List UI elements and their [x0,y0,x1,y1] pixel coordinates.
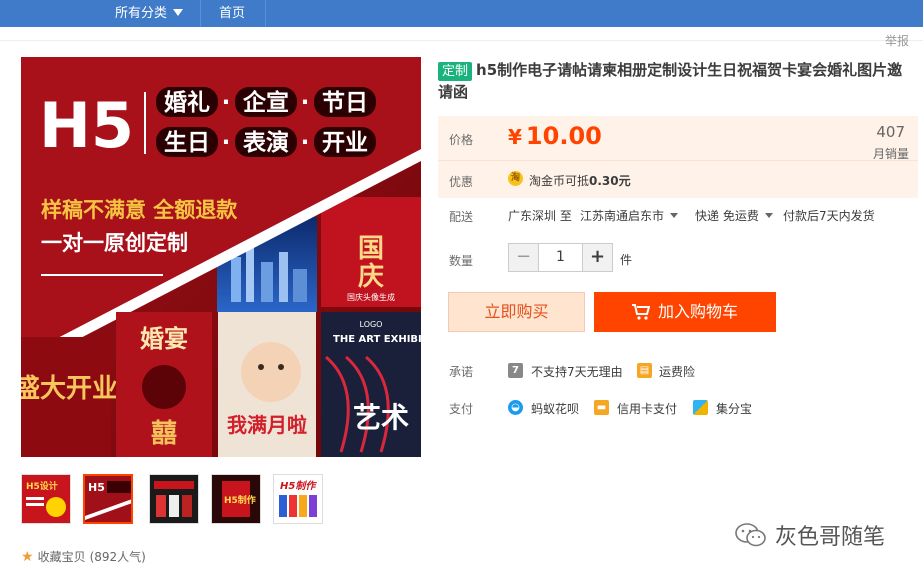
chip-corporate: 企宣 [242,89,289,116]
thumbnail-3[interactable] [149,474,199,524]
price-value: ¥10.00 [508,122,602,150]
banner-slogan-refund: 样稿不满意 全额退款 [41,198,238,222]
all-categories-menu[interactable]: 所有分类 [98,0,200,27]
promo-text-pre: 淘金币可抵 [529,174,590,188]
favorite-button[interactable]: ★ 收藏宝贝 (892人气) [21,548,146,565]
card-baby-text: 我满月啦 [227,413,307,437]
chip-festival: 节日 [322,90,368,116]
card-logo: LOGO [360,320,383,329]
delivery-label: 配送 [449,210,474,224]
promo-label: 优惠 [449,175,474,189]
all-categories-label: 所有分类 [114,6,167,21]
thumbnail-2[interactable]: H5 [83,474,133,524]
nav-divider [265,0,266,27]
payment-credit-card[interactable]: 信用卡支付 [617,400,677,417]
ship-method-selector[interactable]: 快递 免运费 [695,207,773,224]
quantity-unit: 件 [620,253,633,267]
payment-label: 支付 [449,402,474,416]
quantity-stepper: − 1 + [508,243,613,272]
card-art-big: 艺术 [353,401,409,434]
card-art-title: THE ART EXHIBITION [333,334,421,345]
add-to-cart-button[interactable]: 加入购物车 [594,292,776,332]
chip-birthday: 生日 [164,130,210,156]
chip-opening: 开业 [322,130,368,156]
currency-symbol: ¥ [508,125,522,149]
card-opening-text: 盛大开业 [21,373,118,404]
promise-no-return[interactable]: 不支持7天无理由 [531,363,623,380]
quantity-increase-button[interactable]: + [583,244,612,271]
ship-method-text: 快递 免运费 [695,209,759,223]
buy-now-button[interactable]: 立即购买 [448,292,585,332]
chip-performance: 表演 [243,129,289,156]
card-national-text: 国庆头像生成 [347,292,395,302]
chip-dot: · [301,90,310,116]
price-divider [438,160,918,161]
chip-dot: · [301,130,310,156]
promise-shipping-insurance[interactable]: 运费险 [659,363,695,380]
product-title-text: h5制作电子请帖请柬相册定制设计生日祝福贺卡宴会婚礼图片邀请函 [438,61,903,101]
main-product-image[interactable]: 国 庆 国庆头像生成 H5 婚礼 · 企宣 · 节日 生日 · 表演 · 开业 … [21,57,421,457]
report-link[interactable]: 举报 [885,32,909,49]
no-return-icon: 7 [508,363,523,378]
thumb-5-text: H5制作 [280,480,317,492]
credit-card-icon: ▬ [594,400,609,415]
nav-divider [200,0,201,27]
chip-wedding: 婚礼 [164,89,210,116]
wechat-icon [735,523,766,547]
caret-down-icon [173,9,183,16]
caret-down-icon [764,213,773,218]
watermark: 灰色哥随笔 [735,519,885,551]
huabei-icon: ◒ [508,400,523,415]
caret-down-icon [670,213,679,218]
thumb-1-text: H5设计 [26,480,58,492]
ship-time: 付款后7天内发货 [783,209,875,223]
custom-tag: 定制 [438,62,473,81]
promise-label: 承诺 [449,365,474,379]
payment-jifenbao[interactable]: 集分宝 [716,400,752,417]
price-label: 价格 [449,133,474,147]
add-to-cart-label: 加入购物车 [657,302,738,321]
payment-huabei[interactable]: 蚂蚁花呗 [531,400,579,417]
ship-to-selector[interactable]: 江苏南通启东市 [580,207,679,224]
quantity-label: 数量 [449,254,474,268]
cart-icon [631,304,650,320]
taobao-coin-icon: 淘 [508,171,523,186]
svg-text:庆: 庆 [358,261,384,292]
star-icon: ★ [21,548,34,565]
watermark-text: 灰色哥随笔 [775,525,886,550]
favorite-label: 收藏宝贝 [37,550,86,564]
promo-text: 淘金币可抵0.30元 [529,172,631,189]
banner-slogan-custom: 一对一原创定制 [41,231,188,255]
svg-text:国: 国 [358,234,384,264]
banner-h5: H5 [39,89,134,162]
ship-from: 广东深圳 至 [508,209,572,223]
promo-amount: 0.30元 [589,174,631,188]
svg-text:囍: 囍 [151,419,177,449]
content-frame-border [0,40,923,41]
chip-dot: · [222,90,231,116]
shipping-insurance-icon: ▤ [637,363,652,378]
card-wedding-text: 婚宴 [140,324,188,353]
jifenbao-icon [693,400,708,415]
favorite-count: (892人气) [89,550,146,564]
home-link[interactable]: 首页 [212,0,252,27]
thumb-4-text: H5制作 [224,494,256,506]
thumbnail-5[interactable]: H5制作 [273,474,323,524]
quantity-input[interactable]: 1 [538,244,583,271]
product-title: 定制 h5制作电子请帖请柬相册定制设计生日祝福贺卡宴会婚礼图片邀请函 [438,59,913,103]
price-amount: 10.00 [525,122,602,150]
quantity-decrease-button[interactable]: − [509,244,538,271]
product-banner: 国 庆 国庆头像生成 H5 婚礼 · 企宣 · 节日 生日 · 表演 · 开业 … [21,57,421,457]
chip-dot: · [222,130,231,156]
thumbnail-1[interactable]: H5设计 [21,474,71,524]
thumbnail-4[interactable]: H5制作 [211,474,261,524]
monthly-sales-count: 407 [876,123,905,141]
top-nav: 所有分类 首页 [0,0,923,27]
ship-to-text: 江苏南通启东市 [580,209,665,223]
thumb-2-text: H5 [88,481,105,494]
